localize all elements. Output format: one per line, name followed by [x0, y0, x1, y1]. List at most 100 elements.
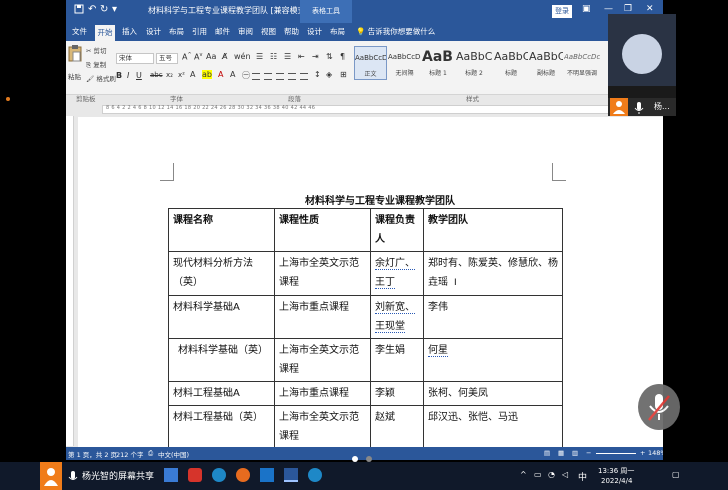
volume-icon[interactable]: ◁ — [562, 470, 568, 479]
tab-design[interactable]: 设计 — [146, 26, 161, 37]
header-course-type[interactable]: 课程性质 — [274, 208, 371, 252]
table-cell[interactable]: 上海市重点课程 — [274, 295, 371, 339]
meeting-app-icon[interactable] — [260, 468, 274, 482]
vertical-ruler[interactable] — [66, 116, 74, 446]
grow-font-icon[interactable]: A^ — [182, 52, 192, 62]
tab-table-layout[interactable]: 布局 — [330, 26, 345, 37]
mic-muted-button[interactable] — [638, 384, 680, 430]
font-name-select[interactable]: 宋体 — [116, 53, 154, 64]
format-painter-button[interactable]: 🖌 格式刷 — [86, 73, 116, 83]
redo-icon[interactable]: ↻ — [100, 4, 108, 15]
tab-review[interactable]: 审阅 — [238, 26, 253, 37]
italic-button[interactable]: I — [127, 71, 129, 80]
page-indicator[interactable]: 第 1 页，共 2 页 — [68, 449, 117, 459]
bullets-icon[interactable]: ☰ — [256, 52, 263, 61]
table-cell[interactable]: 上海市全英文示范课程 — [274, 338, 371, 382]
tab-view[interactable]: 视图 — [261, 26, 276, 37]
clock-time[interactable]: 13:36 周一 — [598, 466, 634, 476]
undo-icon[interactable]: ↶ — [88, 4, 96, 15]
word-icon[interactable] — [284, 468, 298, 482]
tell-me-search[interactable]: 💡 告诉我你想要做什么 — [356, 26, 435, 37]
header-course-name[interactable]: 课程名称 — [168, 208, 275, 252]
app-icon[interactable] — [188, 468, 202, 482]
text-effects-icon[interactable]: A — [190, 70, 195, 79]
line-spacing-icon[interactable]: ↕ — [314, 70, 321, 79]
table-cell[interactable]: 刘新宽、王现堂 — [370, 295, 424, 339]
underline-button[interactable]: U — [136, 71, 142, 80]
ribbon-display-options-icon[interactable]: ▣ — [582, 4, 591, 14]
video-tile[interactable]: 杨... — [608, 14, 676, 116]
customize-quick-access-icon[interactable]: ▾ — [112, 4, 117, 15]
cut-button[interactable]: ✂ 剪切 — [86, 45, 107, 55]
numbering-icon[interactable]: ☷ — [270, 52, 277, 61]
style-subtitle[interactable]: AaBbC 副标题 — [529, 46, 563, 80]
restore-icon[interactable]: ❐ — [624, 4, 632, 14]
zoom-slider[interactable] — [596, 453, 636, 454]
course-table[interactable]: 课程名称 课程性质 课程负责人 教学团队 现代材料分析方法（英） 上海市全英文示… — [168, 208, 563, 449]
copy-button[interactable]: ⎘ 复制 — [86, 59, 106, 70]
align-right-icon[interactable] — [276, 73, 284, 80]
word-count[interactable]: 212 个字 — [116, 449, 143, 459]
header-course-lead[interactable]: 课程负责人 — [370, 208, 424, 252]
char-shading-icon[interactable]: A — [230, 70, 235, 79]
input-method-indicator[interactable]: 中 — [578, 470, 587, 483]
table-cell[interactable]: 材料工程基础（英） — [168, 405, 275, 449]
clear-formatting-icon[interactable]: A̸ — [222, 52, 227, 61]
table-cell[interactable]: 张柯、何美凤 — [423, 381, 563, 406]
print-layout-icon[interactable]: ▦ — [558, 449, 564, 457]
paste-icon[interactable] — [68, 45, 82, 67]
table-cell[interactable]: 上海市全英文示范课程 — [274, 251, 371, 296]
document-page[interactable]: 材料科学与工程专业课程教学团队 课程名称 课程性质 课程负责人 教学团队 现代材… — [78, 117, 663, 449]
read-mode-icon[interactable]: ▤ — [544, 449, 550, 457]
table-cell[interactable]: 余灯广、王丁 — [370, 251, 424, 296]
align-center-icon[interactable] — [264, 73, 272, 80]
file-explorer-icon[interactable] — [164, 468, 178, 482]
style-heading-2[interactable]: AaBbC 标题 2 — [456, 46, 492, 80]
decrease-indent-icon[interactable]: ⇤ — [298, 52, 305, 61]
tab-help[interactable]: 帮助 — [284, 26, 299, 37]
distributed-icon[interactable] — [300, 73, 308, 80]
table-cell[interactable]: 邱汉迅、张恺、马迅 — [423, 405, 563, 449]
borders-icon[interactable]: ⊞ — [340, 70, 347, 79]
login-button[interactable]: 登录 — [552, 5, 572, 18]
font-color-icon[interactable]: A — [218, 70, 223, 79]
highlight-icon[interactable]: ab — [202, 70, 212, 79]
language-indicator[interactable]: 中文(中国) — [158, 449, 189, 459]
firefox-icon[interactable] — [236, 468, 250, 482]
edge-icon[interactable] — [212, 468, 226, 482]
tab-mailings[interactable]: 邮件 — [215, 26, 230, 37]
zoom-out-icon[interactable]: − — [586, 449, 591, 457]
tab-insert[interactable]: 插入 — [122, 26, 137, 37]
zoom-level[interactable]: 148% — [648, 449, 663, 457]
multilevel-list-icon[interactable]: ☰ — [284, 52, 291, 61]
table-cell[interactable]: 材料科学基础A — [168, 295, 275, 339]
increase-indent-icon[interactable]: ⇥ — [312, 52, 319, 61]
clock-date[interactable]: 2022/4/4 — [601, 477, 632, 485]
table-cell[interactable]: 上海市全英文示范课程 — [274, 405, 371, 449]
table-cell[interactable]: 何星 — [423, 338, 563, 382]
bold-button[interactable]: B — [116, 71, 122, 80]
align-left-icon[interactable] — [252, 73, 260, 80]
superscript-button[interactable]: x² — [178, 71, 185, 79]
web-layout-icon[interactable]: ▥ — [572, 449, 578, 457]
table-cell[interactable]: 上海市重点课程 — [274, 381, 371, 406]
show-marks-icon[interactable]: ¶ — [340, 52, 345, 61]
font-size-select[interactable]: 五号 — [156, 53, 178, 64]
table-cell[interactable]: 材料工程基础A — [168, 381, 275, 406]
browser-icon[interactable] — [308, 468, 322, 482]
shrink-font-icon[interactable]: Av — [194, 52, 202, 62]
style-no-spacing[interactable]: AaBbCcDc 无间隔 — [388, 46, 421, 80]
microphone-icon[interactable] — [634, 100, 644, 119]
sort-icon[interactable]: ⇅ — [326, 52, 333, 61]
table-cell[interactable]: 李伟 — [423, 295, 563, 339]
strikethrough-button[interactable]: abc — [150, 71, 163, 79]
microphone-icon[interactable] — [68, 469, 78, 488]
tab-layout[interactable]: 布局 — [169, 26, 184, 37]
subscript-button[interactable]: x₂ — [166, 71, 173, 79]
network-icon[interactable]: ▭ — [534, 470, 542, 479]
zoom-in-icon[interactable]: + — [640, 449, 645, 457]
style-normal[interactable]: AaBbCcDc 正文 — [354, 46, 387, 80]
paste-label[interactable]: 粘贴 — [68, 71, 81, 81]
table-cell[interactable]: 现代材料分析方法（英） — [168, 251, 275, 296]
tab-references[interactable]: 引用 — [192, 26, 207, 37]
